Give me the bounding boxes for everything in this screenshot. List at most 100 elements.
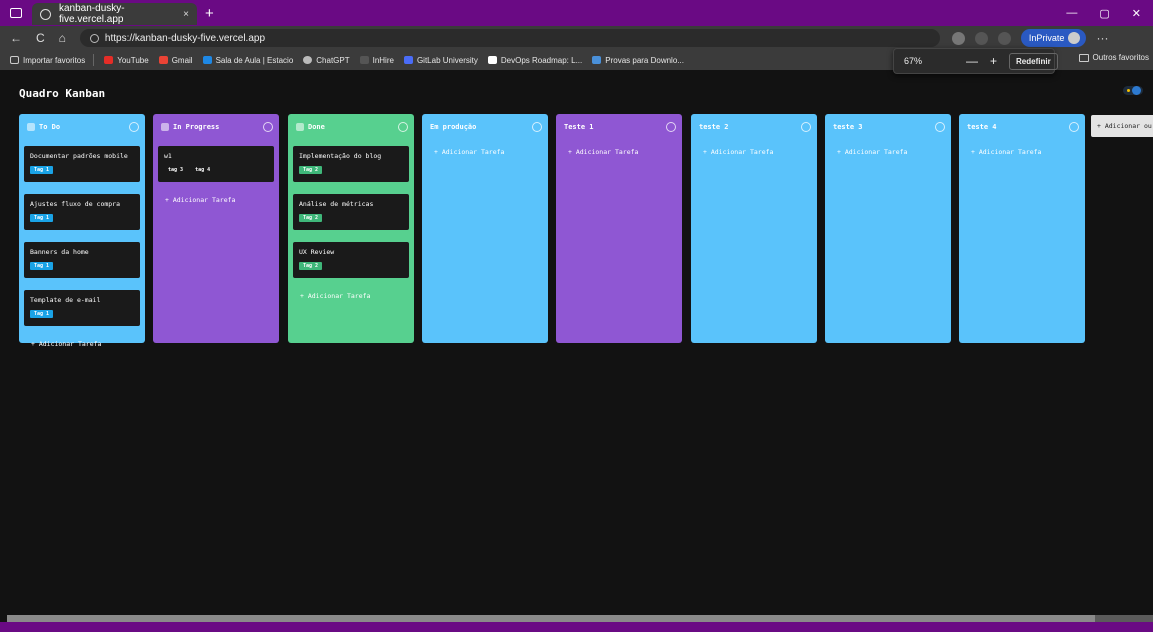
- browser-tab[interactable]: kanban-dusky-five.vercel.app ×: [32, 3, 197, 25]
- add-task-button[interactable]: + Adicionar Tarefa: [19, 340, 145, 348]
- favorite-label: ChatGPT: [316, 55, 350, 65]
- favorite-inhire[interactable]: InHire: [359, 55, 394, 65]
- kanban-column: teste 4 + Adicionar Tarefa: [959, 114, 1085, 343]
- column-header: In Progress: [153, 114, 279, 134]
- horizontal-scrollbar[interactable]: [7, 615, 1153, 622]
- url-field[interactable]: https://kanban-dusky-five.vercel.app: [79, 29, 940, 47]
- gmail-icon: [158, 56, 168, 64]
- kanban-column: In Progress w1 tag 3 tag 4 + Adicionar Taref…: [153, 114, 279, 343]
- new-tab-button[interactable]: +: [205, 5, 214, 22]
- tab-close-button[interactable]: ×: [183, 9, 189, 20]
- column-settings-icon[interactable]: [532, 121, 542, 132]
- reload-button[interactable]: C: [36, 31, 45, 45]
- favorite-label: YouTube: [117, 55, 149, 65]
- task-title: Banners da home: [30, 248, 89, 256]
- column-settings-icon[interactable]: [398, 121, 408, 132]
- column-title: Teste 1: [564, 122, 594, 131]
- column-settings-icon[interactable]: [801, 121, 811, 132]
- task-card[interactable]: Análise de métricas Tag 2: [293, 194, 409, 230]
- task-card[interactable]: Documentar padrões mobile Tag 1: [24, 146, 140, 182]
- home-button[interactable]: ⌂: [59, 31, 66, 45]
- favorite-provas[interactable]: Provas para Downlo...: [592, 56, 684, 65]
- favorite-gmail[interactable]: Gmail: [158, 56, 193, 65]
- more-menu-icon[interactable]: ···: [1096, 31, 1108, 45]
- zoom-popup: 67% — + Redefinir: [893, 48, 1058, 74]
- task-title: Análise de métricas: [299, 200, 374, 208]
- task-card[interactable]: Ajustes fluxo de compra Tag 1: [24, 194, 140, 230]
- favorite-label: DevOps Roadmap: L...: [500, 55, 583, 65]
- window-controls: — ▢ ✕: [1066, 7, 1141, 20]
- add-task-button[interactable]: + Adicionar Tarefa: [959, 148, 1085, 156]
- favorite-gitlab[interactable]: GitLab University: [403, 56, 478, 65]
- inprivate-label: InPrivate: [1028, 33, 1065, 43]
- minimize-button[interactable]: —: [1066, 7, 1077, 20]
- theme-toggle[interactable]: [1123, 86, 1143, 95]
- site-info-icon[interactable]: [89, 33, 99, 43]
- other-favorites-label: Outros favoritos: [1092, 53, 1149, 62]
- favorites-icon[interactable]: [997, 31, 1011, 45]
- task-title: Documentar padrões mobile: [30, 152, 128, 160]
- page-content: Quadro Kanban To Do Documentar padrões mo…: [0, 70, 1153, 622]
- favorite-label: InHire: [372, 55, 394, 65]
- column-header: Em produção: [422, 114, 548, 134]
- kanban-column: Em produção + Adicionar Tarefa: [422, 114, 548, 343]
- task-tags: tag 3 tag 4: [164, 166, 268, 174]
- add-task-button[interactable]: + Adicionar Tarefa: [825, 148, 951, 156]
- divider: [93, 54, 95, 66]
- taskbar-strip: [0, 622, 1153, 632]
- zoom-out-button[interactable]: —: [966, 54, 978, 68]
- column-settings-icon[interactable]: [1069, 121, 1079, 132]
- column-header: teste 4: [959, 114, 1085, 134]
- browser-tab-bar: kanban-dusky-five.vercel.app × + — ▢ ✕: [0, 0, 1153, 26]
- zoom-icon[interactable]: [951, 31, 965, 45]
- zoom-reset-button[interactable]: Redefinir: [1009, 52, 1058, 70]
- chatgpt-icon: [303, 56, 313, 64]
- inprivate-button[interactable]: InPrivate: [1020, 29, 1087, 47]
- task-tags: Tag 1: [30, 262, 134, 270]
- column-title: In Progress: [173, 122, 220, 131]
- maximize-button[interactable]: ▢: [1099, 7, 1109, 20]
- add-task-button[interactable]: + Adicionar Tarefa: [556, 148, 682, 156]
- column-settings-icon[interactable]: [263, 121, 273, 132]
- task-card[interactable]: UX Review Tag 2: [293, 242, 409, 278]
- favorite-label: Provas para Downlo...: [605, 55, 684, 65]
- tag-badge: Tag 1: [30, 166, 54, 174]
- column-settings-icon[interactable]: [935, 121, 945, 132]
- favorite-devops-roadmap[interactable]: DevOps Roadmap: L...: [487, 55, 583, 65]
- url-text: https://kanban-dusky-five.vercel.app: [104, 32, 266, 44]
- favorite-label: Importar favoritos: [23, 55, 86, 65]
- tag-badge: Tag 1: [30, 310, 54, 318]
- column-settings-icon[interactable]: [129, 121, 139, 132]
- back-button[interactable]: ←: [10, 31, 22, 45]
- task-card[interactable]: w1 tag 3 tag 4: [158, 146, 274, 182]
- favorite-import[interactable]: Importar favoritos: [10, 56, 85, 65]
- task-title: Implementação do blog: [299, 152, 382, 160]
- add-task-button[interactable]: + Adicionar Tarefa: [288, 292, 414, 300]
- column-settings-icon[interactable]: [666, 121, 676, 132]
- add-column-button[interactable]: + Adicionar ou: [1091, 115, 1153, 137]
- favorite-youtube[interactable]: YouTube: [104, 55, 149, 65]
- tag-badge: Tag 1: [30, 214, 54, 222]
- task-tags: Tag 2: [299, 262, 403, 270]
- scrollbar-thumb[interactable]: [7, 615, 1095, 622]
- tab-actions-icon[interactable]: [10, 8, 22, 18]
- task-card[interactable]: Banners da home Tag 1: [24, 242, 140, 278]
- folder-icon: [1078, 53, 1089, 62]
- add-task-button[interactable]: + Adicionar Tarefa: [422, 148, 548, 156]
- task-title: Template de e-mail: [30, 296, 101, 304]
- favorite-star-icon[interactable]: [974, 31, 988, 45]
- task-card[interactable]: Template de e-mail Tag 1: [24, 290, 140, 326]
- tag-badge: Tag 1: [30, 262, 54, 270]
- add-task-button[interactable]: + Adicionar Tarefa: [691, 148, 817, 156]
- other-favorites[interactable]: Outros favoritos: [1078, 53, 1149, 62]
- globe-icon: [40, 8, 51, 20]
- zoom-in-button[interactable]: +: [990, 54, 997, 68]
- close-window-button[interactable]: ✕: [1132, 7, 1141, 20]
- column-header: teste 3: [825, 114, 951, 134]
- tag-badge: Tag 2: [299, 214, 323, 222]
- add-task-button[interactable]: + Adicionar Tarefa: [153, 196, 279, 204]
- favorite-estacio[interactable]: Sala de Aula | Estacio: [202, 56, 293, 65]
- task-tags: Tag 2: [299, 166, 403, 174]
- task-card[interactable]: Implementação do blog Tag 2: [293, 146, 409, 182]
- favorite-chatgpt[interactable]: ChatGPT: [303, 55, 350, 65]
